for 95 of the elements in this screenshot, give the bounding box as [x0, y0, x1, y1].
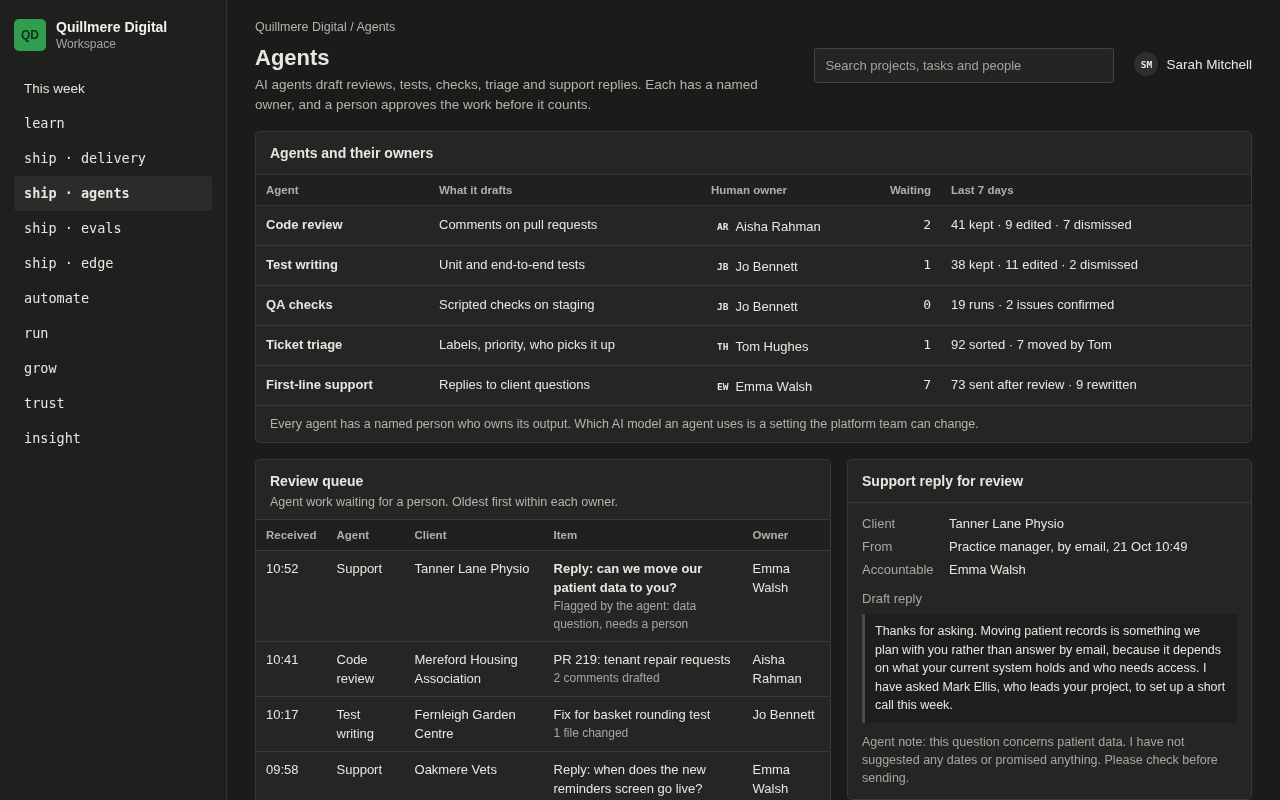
- table-cell: Mereford Housing Association: [404, 641, 544, 697]
- user-avatar[interactable]: SM: [1134, 52, 1159, 76]
- page-description: AI agents draft reviews, tests, checks, triage and support replies. Each has a named owner, and a person approves the work before it counts.: [255, 76, 759, 114]
- field-label: Accountable: [862, 561, 935, 579]
- column-header: Client: [404, 520, 544, 551]
- column-header: Waiting: [871, 175, 941, 206]
- table-cell: Labels, priority, who picks it up: [429, 325, 701, 366]
- waiting-count: 7: [923, 377, 931, 392]
- item-title[interactable]: Reply: when does the new reminders screen go live?: [553, 760, 733, 798]
- table-cell: Fernleigh Garden Centre: [404, 696, 544, 752]
- field-value: Practice manager, by email, 21 Oct 10:49: [949, 538, 1189, 556]
- sidebar-item[interactable]: ship · evals: [14, 211, 212, 246]
- agent-name: Test writing: [256, 245, 429, 286]
- table-cell: Unit and end-to-end tests: [429, 245, 701, 286]
- footnote: Every agent has a named person who owns its output. Which AI model an agent uses is a setting the platform team can change.: [269, 416, 980, 433]
- column-header: Last 7 days: [941, 175, 1251, 206]
- sidebar-item[interactable]: insight: [14, 421, 212, 456]
- owner-name: Emma Walsh: [735, 378, 813, 396]
- draft-reply: Thanks for asking. Moving patient records is something we plan with you rather than answer by email, because it depends on what your current system holds and who needs access. I have asked Mark Ellis, who leads your project, to set up a short call this week.: [862, 614, 1237, 723]
- table-cell: Emma Walsh: [742, 751, 830, 800]
- sidebar-item[interactable]: This week: [14, 71, 212, 106]
- table-cell: Code review: [326, 641, 405, 697]
- item-detail: Flagged by the agent: data question, needs a person: [553, 598, 698, 633]
- owner-name: Jo Bennett: [735, 258, 798, 276]
- table-cell: Support: [326, 751, 405, 800]
- table-cell: 10:52: [256, 550, 327, 642]
- sidebar-item[interactable]: ship · agents: [14, 176, 212, 211]
- table-cell: Test writing: [326, 696, 405, 752]
- sidebar-item[interactable]: ship · delivery: [14, 141, 212, 176]
- column-header: Agent: [326, 520, 405, 551]
- field-label: From: [862, 538, 894, 556]
- table-cell: 10:17: [256, 696, 327, 752]
- sidebar-item[interactable]: learn: [14, 106, 212, 141]
- table-cell: 19 runs · 2 issues confirmed: [941, 285, 1251, 326]
- waiting-count: 1: [923, 257, 931, 272]
- table-cell: 10:41: [256, 641, 327, 697]
- card-title: Support reply for review: [848, 460, 1251, 503]
- table-cell: Support: [326, 550, 405, 642]
- table-cell: Aisha Rahman: [742, 641, 830, 697]
- agent-name: First-line support: [256, 365, 429, 406]
- agent-name: Ticket triage: [256, 325, 429, 366]
- column-header: Item: [543, 520, 743, 551]
- sidebar-item[interactable]: automate: [14, 281, 212, 316]
- agent-name: Code review: [256, 205, 429, 246]
- column-header: Received: [256, 520, 327, 551]
- table-cell: 41 kept · 9 edited · 7 dismissed: [941, 205, 1251, 246]
- item-title[interactable]: PR 219: tenant repair requests: [553, 650, 733, 669]
- sidebar-item[interactable]: grow: [14, 351, 212, 386]
- table-cell: 38 kept · 11 edited · 2 dismissed: [941, 245, 1251, 286]
- owner-name: Jo Bennett: [735, 298, 798, 316]
- owner-initials: AR: [716, 220, 729, 234]
- search-field[interactable]: Search projects, tasks and people: [814, 48, 1115, 83]
- table-cell: Jo Bennett: [742, 696, 830, 752]
- workspace-name: Quillmere Digital: [56, 19, 168, 35]
- owner-name: Tom Hughes: [735, 338, 809, 356]
- sidebar-item[interactable]: run: [14, 316, 212, 351]
- field-value: Emma Walsh: [949, 561, 1027, 579]
- sidebar-item[interactable]: trust: [14, 386, 212, 421]
- card-title: Review queue: [269, 472, 365, 491]
- item-detail: 1 file changed: [553, 725, 630, 742]
- owner-initials: JB: [716, 300, 729, 314]
- column-header: Human owner: [701, 175, 871, 206]
- item-title[interactable]: Fix for basket rounding test: [553, 705, 733, 724]
- table-cell: Scripted checks on staging: [429, 285, 701, 326]
- user-name[interactable]: Sarah Mitchell: [1166, 56, 1252, 72]
- field-value: Tanner Lane Physio: [949, 515, 1065, 533]
- table-cell: Oakmere Vets: [404, 751, 544, 800]
- agent-note: Agent note: this question concerns patient data. I have not suggested any dates or promised anything. Please check before sending.: [862, 733, 1219, 787]
- table-cell: Comments on pull requests: [429, 205, 701, 246]
- table-cell: 09:58: [256, 751, 327, 800]
- table-cell: Emma Walsh: [742, 550, 830, 642]
- breadcrumb: Quillmere Digital / Agents: [255, 20, 397, 34]
- owner-initials: TH: [716, 340, 729, 354]
- page-title: Agents: [255, 45, 331, 71]
- field-label: Client: [862, 515, 897, 533]
- sidebar-item[interactable]: ship · edge: [14, 246, 212, 281]
- column-header: What it drafts: [429, 175, 701, 206]
- owner-name: Aisha Rahman: [735, 218, 821, 236]
- draft-label: Draft reply: [862, 591, 923, 606]
- column-header: Agent: [256, 175, 429, 206]
- table-cell: 92 sorted · 7 moved by Tom: [941, 325, 1251, 366]
- waiting-count: 1: [923, 337, 931, 352]
- waiting-count: 0: [923, 297, 931, 312]
- waiting-count: 2: [923, 217, 931, 232]
- table-cell: Replies to client questions: [429, 365, 701, 406]
- workspace-logo: QD: [14, 19, 46, 51]
- item-detail: 2 comments drafted: [553, 670, 661, 687]
- owner-initials: EW: [716, 380, 729, 394]
- item-title[interactable]: Reply: can we move our patient data to you?: [553, 559, 733, 597]
- owner-initials: JB: [716, 260, 729, 274]
- workspace-label: Workspace: [56, 37, 117, 51]
- table-cell: 73 sent after review · 9 rewritten: [941, 365, 1251, 406]
- agent-name: QA checks: [256, 285, 429, 326]
- table-cell: Tanner Lane Physio: [404, 550, 544, 642]
- column-header: Owner: [742, 520, 830, 551]
